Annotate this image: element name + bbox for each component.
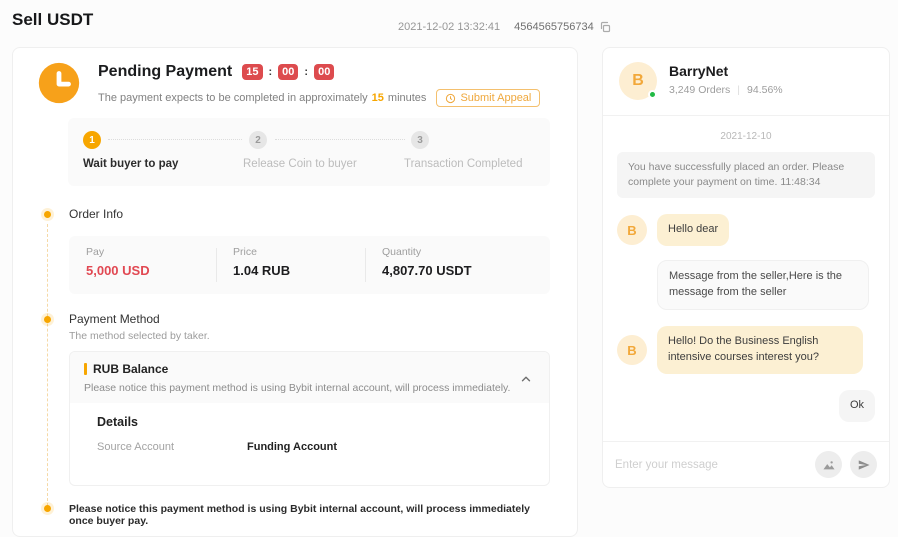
detail-row: Source Account Funding Account [97,441,535,453]
payment-method-details: Details Source Account Funding Account [70,403,549,453]
payment-method-subtitle: The method selected by taker. [69,330,210,342]
chat-panel: B BarryNet 3,249 Orders | 94.56% 2021-12… [602,47,890,488]
image-upload-icon[interactable] [815,451,842,478]
divider [365,248,366,282]
accent-bar [84,363,87,375]
minutes-value: 15 [372,92,384,104]
submit-appeal-button[interactable]: Submit Appeal [436,89,540,107]
source-account-label: Source Account [97,441,247,453]
order-info-title: Order Info [69,207,123,221]
seller-message-row: B Hello! Do the Business English intensi… [617,326,875,374]
step-3-dot: 3 [411,131,429,149]
timer-hours: 15 [242,64,262,80]
section-bullet [44,211,51,218]
send-icon[interactable] [850,451,877,478]
payment-notice: Please notice this payment method is usi… [69,503,547,527]
user-message: Ok [839,390,875,422]
chat-messages: 2021-12-10 You have successfully placed … [603,117,889,441]
seller-message: Hello! Do the Business English intensive… [657,326,863,374]
chat-date: 2021-12-10 [617,131,875,142]
p2p-order-page: Sell USDT 2021-12-02 13:32:41 4564565756… [0,0,898,537]
page-title: Sell USDT [12,10,93,30]
price-cell: Price 1.04 RUB [233,246,290,278]
avatar: B [619,62,657,100]
quantity-value: 4,807.70 USDT [382,263,472,278]
chat-header: B BarryNet 3,249 Orders | 94.56% [603,48,889,116]
step-2-label: Release Coin to buyer [243,158,357,170]
section-timeline [47,224,48,506]
chevron-up-icon[interactable] [519,372,533,386]
pending-clock-icon [37,61,81,105]
step-connector [108,139,242,140]
payment-method-card: RUB Balance Please notice this payment m… [69,351,550,486]
auto-seller-message: Message from the seller,Here is the mess… [657,260,869,310]
system-message: You have successfully placed an order. P… [617,152,875,198]
status-subtitle: The payment expects to be completed in a… [98,89,540,107]
avatar: B [617,215,647,245]
method-note: Please notice this payment method is usi… [84,382,535,394]
order-info-box: Pay 5,000 USD Price 1.04 RUB Quantity 4,… [69,236,550,294]
status-title: Pending Payment [98,63,232,81]
timer-seconds: 00 [314,64,334,80]
pending-payment-header: Pending Payment 15 : 00 : 00 [98,63,334,81]
user-message-row: Ok [617,390,875,422]
step-connector [275,139,405,140]
pay-value: 5,000 USD [86,263,150,278]
avatar: B [617,335,647,365]
details-title: Details [97,415,535,429]
online-status-dot [648,90,657,99]
completion-rate: 94.56% [747,84,783,96]
progress-steps: 1 2 3 Wait buyer to pay Release Coin to … [68,118,550,186]
order-datetime: 2021-12-02 13:32:41 [398,21,500,33]
pay-cell: Pay 5,000 USD [86,246,150,278]
method-name: RUB Balance [93,362,168,376]
counterparty-name: BarryNet [669,63,728,79]
payment-method-header: RUB Balance Please notice this payment m… [70,352,549,403]
order-id: 4564565756734 [514,21,594,33]
chat-message-input[interactable] [615,459,807,471]
seller-message-row: B Hello dear [617,214,875,246]
order-meta: 2021-12-02 13:32:41 4564565756734 [398,21,611,33]
orders-count: 3,249 Orders [669,84,730,96]
appeal-clock-icon [445,93,456,104]
payment-method-title: Payment Method [69,312,160,326]
order-detail-card: Pending Payment 15 : 00 : 00 The payment… [12,47,578,537]
divider [216,248,217,282]
step-1-label: Wait buyer to pay [83,158,178,170]
copy-icon[interactable] [599,21,611,33]
step-1-dot: 1 [83,131,101,149]
step-3-label: Transaction Completed [404,158,522,170]
section-bullet [44,316,51,323]
source-account-value: Funding Account [247,441,337,453]
section-bullet [44,505,51,512]
price-value: 1.04 RUB [233,263,290,278]
timer-minutes: 00 [278,64,298,80]
step-2-dot: 2 [249,131,267,149]
seller-message: Hello dear [657,214,729,246]
counterparty-stats: 3,249 Orders | 94.56% [669,84,783,96]
chat-input-bar [603,441,889,487]
quantity-cell: Quantity 4,807.70 USDT [382,246,472,278]
